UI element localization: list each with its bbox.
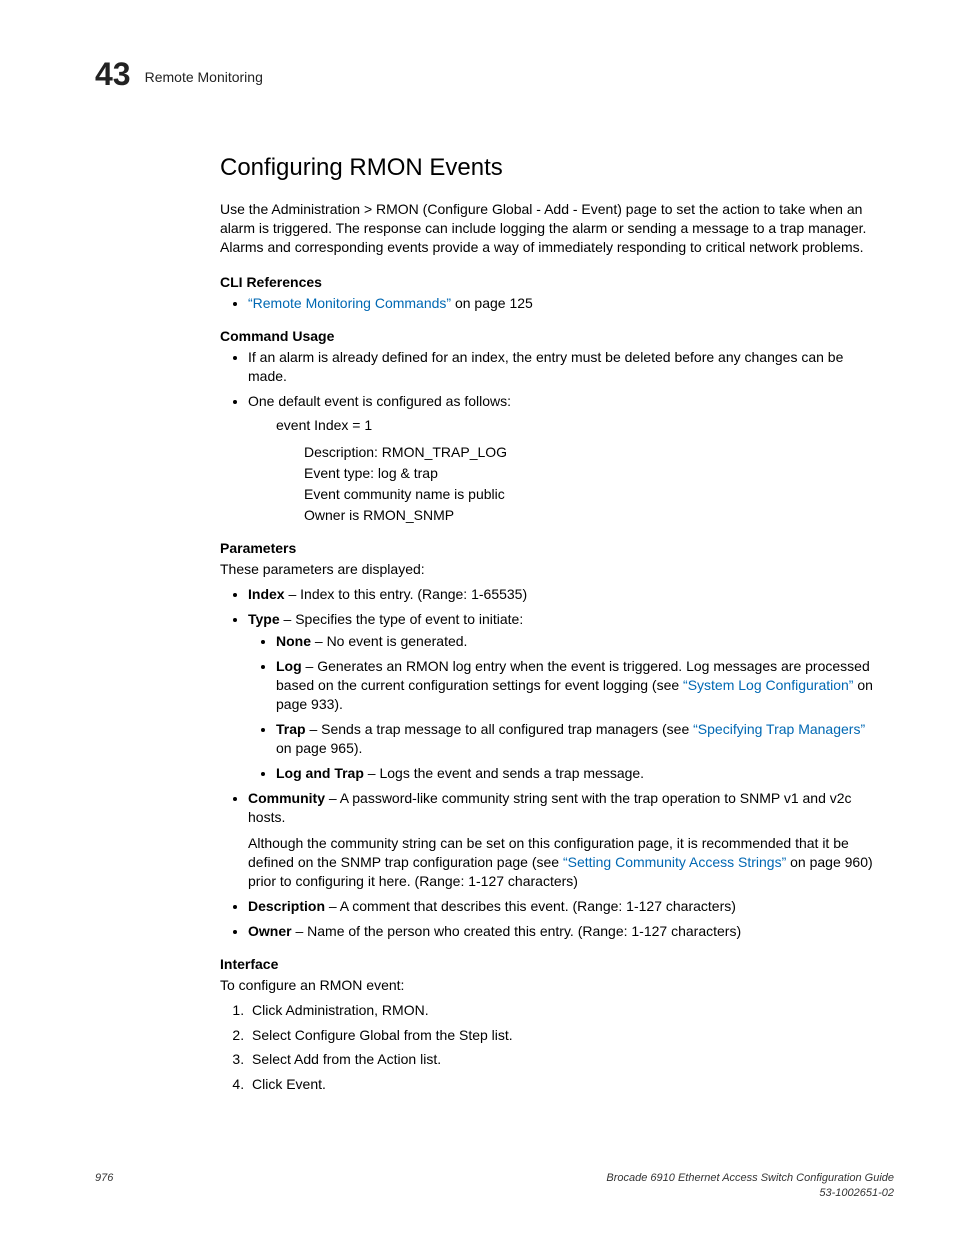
param-text: – No event is generated. [311,633,467,649]
param-log: Log – Generates an RMON log entry when t… [276,657,874,714]
param-text: – Sends a trap message to all configured… [306,721,694,737]
remote-monitoring-link[interactable]: “Remote Monitoring Commands” [248,295,451,311]
content-body: Configuring RMON Events Use the Administ… [220,152,874,1094]
cli-reference-suffix: on page 125 [451,295,533,311]
param-text: – Specifies the type of event to initiat… [280,611,524,627]
param-label: Type [248,611,280,627]
param-text: – A comment that describes this event. (… [325,898,736,914]
page-number: 976 [95,1171,113,1201]
param-text: – Logs the event and sends a trap messag… [364,765,644,781]
param-none: None – No event is generated. [276,632,874,651]
usage-item: One default event is configured as follo… [248,392,874,525]
intro-paragraph: Use the Administration > RMON (Configure… [220,200,874,257]
topic-title: Configuring RMON Events [220,152,874,184]
param-label: Index [248,586,285,602]
param-label: Owner [248,923,292,939]
param-label: Log and Trap [276,765,364,781]
interface-intro: To configure an RMON event: [220,976,874,995]
param-label: None [276,633,311,649]
parameters-intro: These parameters are displayed: [220,560,874,579]
param-owner: Owner – Name of the person who created t… [248,922,874,941]
interface-step: Select Add from the Action list. [248,1050,874,1069]
doc-number: 53-1002651-02 [819,1187,894,1199]
default-event-block: event Index = 1 Description: RMON_TRAP_L… [276,416,874,524]
param-label: Trap [276,721,306,737]
interface-step: Click Administration, RMON. [248,1001,874,1020]
cli-references-heading: CLI References [220,273,874,292]
param-label: Community [248,790,325,806]
parameters-heading: Parameters [220,539,874,558]
usage-item: If an alarm is already defined for an in… [248,348,874,386]
event-desc-line: Event community name is public [304,485,874,504]
page-header: 43 Remote Monitoring [95,58,894,90]
param-text: on page 965). [276,740,362,756]
cli-reference-item: “Remote Monitoring Commands” on page 125 [248,294,874,313]
command-usage-heading: Command Usage [220,327,874,346]
usage-item-text: One default event is configured as follo… [248,393,511,409]
param-description: Description – A comment that describes t… [248,897,874,916]
event-desc-line: Owner is RMON_SNMP [304,506,874,525]
event-desc-line: Event type: log & trap [304,464,874,483]
param-type: Type – Specifies the type of event to in… [248,610,874,783]
trap-managers-link[interactable]: “Specifying Trap Managers” [693,721,865,737]
param-label: Description [248,898,325,914]
doc-title: Brocade 6910 Ethernet Access Switch Conf… [606,1172,894,1184]
interface-step: Select Configure Global from the Step li… [248,1026,874,1045]
param-trap: Trap – Sends a trap message to all confi… [276,720,874,758]
event-desc-line: Description: RMON_TRAP_LOG [304,443,874,462]
param-text: – A password-like community string sent … [248,790,852,825]
doc-info: Brocade 6910 Ethernet Access Switch Conf… [606,1171,894,1201]
interface-heading: Interface [220,955,874,974]
param-logtrap: Log and Trap – Logs the event and sends … [276,764,874,783]
param-text: – Name of the person who created this en… [292,923,742,939]
community-strings-link[interactable]: “Setting Community Access Strings” [563,854,786,870]
param-community: Community – A password-like community st… [248,789,874,891]
interface-step: Click Event. [248,1075,874,1094]
param-text: – Index to this entry. (Range: 1-65535) [285,586,528,602]
page-footer: 976 Brocade 6910 Ethernet Access Switch … [95,1171,894,1201]
param-index: Index – Index to this entry. (Range: 1-6… [248,585,874,604]
param-label: Log [276,658,302,674]
system-log-link[interactable]: “System Log Configuration” [683,677,853,693]
section-title: Remote Monitoring [145,68,263,87]
event-index-line: event Index = 1 [276,416,874,435]
chapter-number: 43 [95,58,131,90]
